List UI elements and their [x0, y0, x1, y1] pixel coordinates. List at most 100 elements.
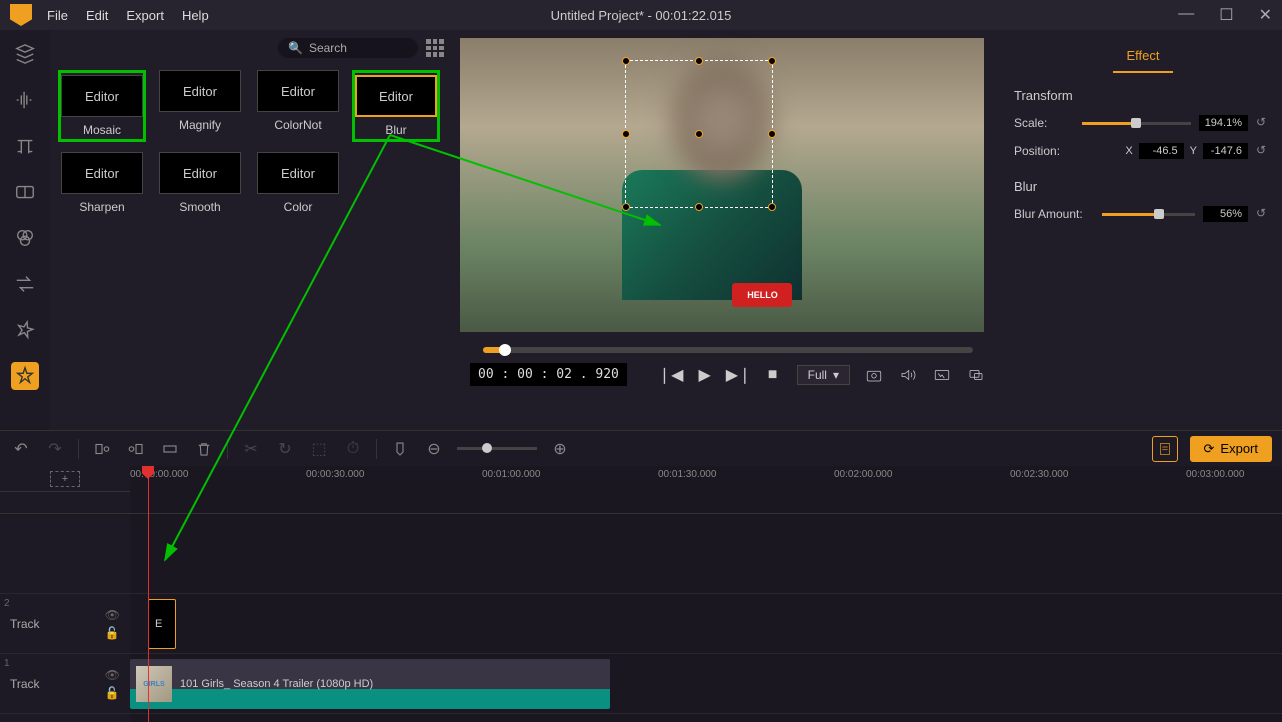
track-1-header[interactable]: 1 Track 👁🔓 [0, 654, 130, 714]
effect-magnify[interactable]: Editor Magnify [156, 70, 244, 142]
delete-button[interactable] [193, 438, 215, 460]
resize-handle-br[interactable] [768, 203, 776, 211]
position-label: Position: [1014, 144, 1074, 158]
sidebar-filters[interactable] [11, 224, 39, 252]
scrub-handle[interactable] [499, 344, 511, 356]
quality-select[interactable]: Full▾ [797, 365, 850, 385]
rotate-button[interactable]: ↻ [274, 438, 296, 460]
blur-value[interactable]: 56% [1203, 206, 1248, 222]
resize-handle-mc[interactable] [695, 130, 703, 138]
cut-button[interactable]: ✂ [240, 438, 262, 460]
sidebar-audio[interactable] [11, 86, 39, 114]
effect-colornot[interactable]: Editor ColorNot [254, 70, 342, 142]
undo-button[interactable]: ↶ [10, 438, 32, 460]
grid-view-icon[interactable] [426, 39, 444, 57]
stop-button[interactable]: ■ [763, 365, 783, 385]
reset-position-button[interactable]: ↺ [1256, 143, 1272, 159]
maximize-button[interactable]: ☐ [1219, 5, 1233, 25]
effect-label: Mosaic [83, 123, 121, 137]
export-button[interactable]: ⟳Export [1190, 436, 1272, 462]
fullscreen-button[interactable] [966, 365, 986, 385]
effect-thumb: Editor [355, 75, 437, 117]
speed-button[interactable]: ⏱ [342, 438, 364, 460]
sidebar-text[interactable] [11, 132, 39, 160]
reset-scale-button[interactable]: ↺ [1256, 115, 1272, 131]
lock-icon[interactable]: 🔓 [105, 686, 120, 700]
sidebar-split[interactable] [11, 178, 39, 206]
video-clip[interactable]: GIRLS 101 Girls_ Season 4 Trailer (1080p… [130, 659, 610, 709]
export-icon: ⟳ [1204, 441, 1215, 457]
sidebar-media[interactable] [11, 40, 39, 68]
minimize-button[interactable]: — [1178, 5, 1194, 25]
scale-slider[interactable] [1082, 122, 1191, 125]
window-title: Untitled Project* - 00:01:22.015 [551, 8, 732, 23]
marker-button[interactable] [389, 438, 411, 460]
timeline-tracks[interactable]: 00:00:00.000 00:00:30.000 00:01:00.000 0… [130, 466, 1282, 722]
mark-in-button[interactable] [91, 438, 113, 460]
prev-frame-button[interactable]: ❘◀ [661, 365, 681, 385]
lock-icon[interactable]: 🔓 [105, 626, 120, 640]
preview-video[interactable]: HELLO [460, 38, 984, 332]
crop-button[interactable]: ⬚ [308, 438, 330, 460]
effect-color[interactable]: Editor Color [254, 152, 342, 214]
resize-handle-tl[interactable] [622, 57, 630, 65]
effect-thumb: Editor [257, 70, 339, 112]
search-input[interactable]: 🔍 Search [278, 38, 418, 58]
next-frame-button[interactable]: ▶❘ [729, 365, 749, 385]
sidebar-transitions[interactable] [11, 270, 39, 298]
visibility-icon[interactable]: 👁 [105, 608, 120, 622]
snapshot-button[interactable] [864, 365, 884, 385]
zoom-slider[interactable] [457, 447, 537, 450]
effect-sharpen[interactable]: Editor Sharpen [58, 152, 146, 214]
effect-selection-box[interactable] [625, 60, 773, 208]
menu-file[interactable]: File [47, 8, 68, 23]
visibility-icon[interactable]: 👁 [105, 668, 120, 682]
effect-clip[interactable]: E [148, 599, 176, 649]
effect-smooth[interactable]: Editor Smooth [156, 152, 244, 214]
timeline-ruler[interactable]: 00:00:00.000 00:00:30.000 00:01:00.000 0… [130, 466, 1282, 514]
effect-thumb: Editor [257, 152, 339, 194]
close-button[interactable]: ✕ [1259, 5, 1272, 25]
zoom-out-button[interactable]: ⊖ [423, 438, 445, 460]
sidebar-effects[interactable] [11, 362, 39, 390]
effect-label: Sharpen [79, 200, 124, 214]
add-track-button[interactable]: + [50, 471, 80, 487]
resize-handle-tr[interactable] [768, 57, 776, 65]
mark-out-button[interactable] [125, 438, 147, 460]
clip-thumbnail: GIRLS [136, 666, 172, 702]
effect-mosaic[interactable]: Editor Mosaic [58, 70, 146, 142]
menu-help[interactable]: Help [182, 8, 209, 23]
sidebar-elements[interactable] [11, 316, 39, 344]
resize-handle-bc[interactable] [695, 203, 703, 211]
reset-blur-button[interactable]: ↺ [1256, 206, 1272, 222]
effect-tab[interactable]: Effect [1113, 40, 1173, 73]
transform-section-title: Transform [1014, 88, 1272, 103]
play-button[interactable]: ▶ [695, 365, 715, 385]
effect-label: Color [284, 200, 313, 214]
scrub-bar[interactable] [483, 347, 973, 353]
scale-value[interactable]: 194.1% [1199, 115, 1248, 131]
effect-label: ColorNot [274, 118, 321, 132]
effect-blur[interactable]: Editor Blur [352, 70, 440, 142]
range-button[interactable] [159, 438, 181, 460]
notes-button[interactable] [1152, 436, 1178, 462]
menu-export[interactable]: Export [126, 8, 164, 23]
resize-handle-ml[interactable] [622, 130, 630, 138]
pos-y-value[interactable]: -147.6 [1203, 143, 1248, 159]
volume-button[interactable] [898, 365, 918, 385]
track-1-row[interactable]: GIRLS 101 Girls_ Season 4 Trailer (1080p… [130, 654, 1282, 714]
pos-x-value[interactable]: -46.5 [1139, 143, 1184, 159]
resize-handle-bl[interactable] [622, 203, 630, 211]
redo-button[interactable]: ↷ [44, 438, 66, 460]
track-2-row[interactable]: E [130, 594, 1282, 654]
menu-edit[interactable]: Edit [86, 8, 108, 23]
zoom-in-button[interactable]: ⊕ [549, 438, 571, 460]
resize-handle-tc[interactable] [695, 57, 703, 65]
aspect-button[interactable] [932, 365, 952, 385]
playhead[interactable] [148, 466, 149, 722]
effect-thumb: Editor [159, 152, 241, 194]
resize-handle-mr[interactable] [768, 130, 776, 138]
blur-slider[interactable] [1102, 213, 1195, 216]
track-2-header[interactable]: 2 Track 👁🔓 [0, 594, 130, 654]
ruler-mark: 00:02:00.000 [834, 469, 892, 480]
